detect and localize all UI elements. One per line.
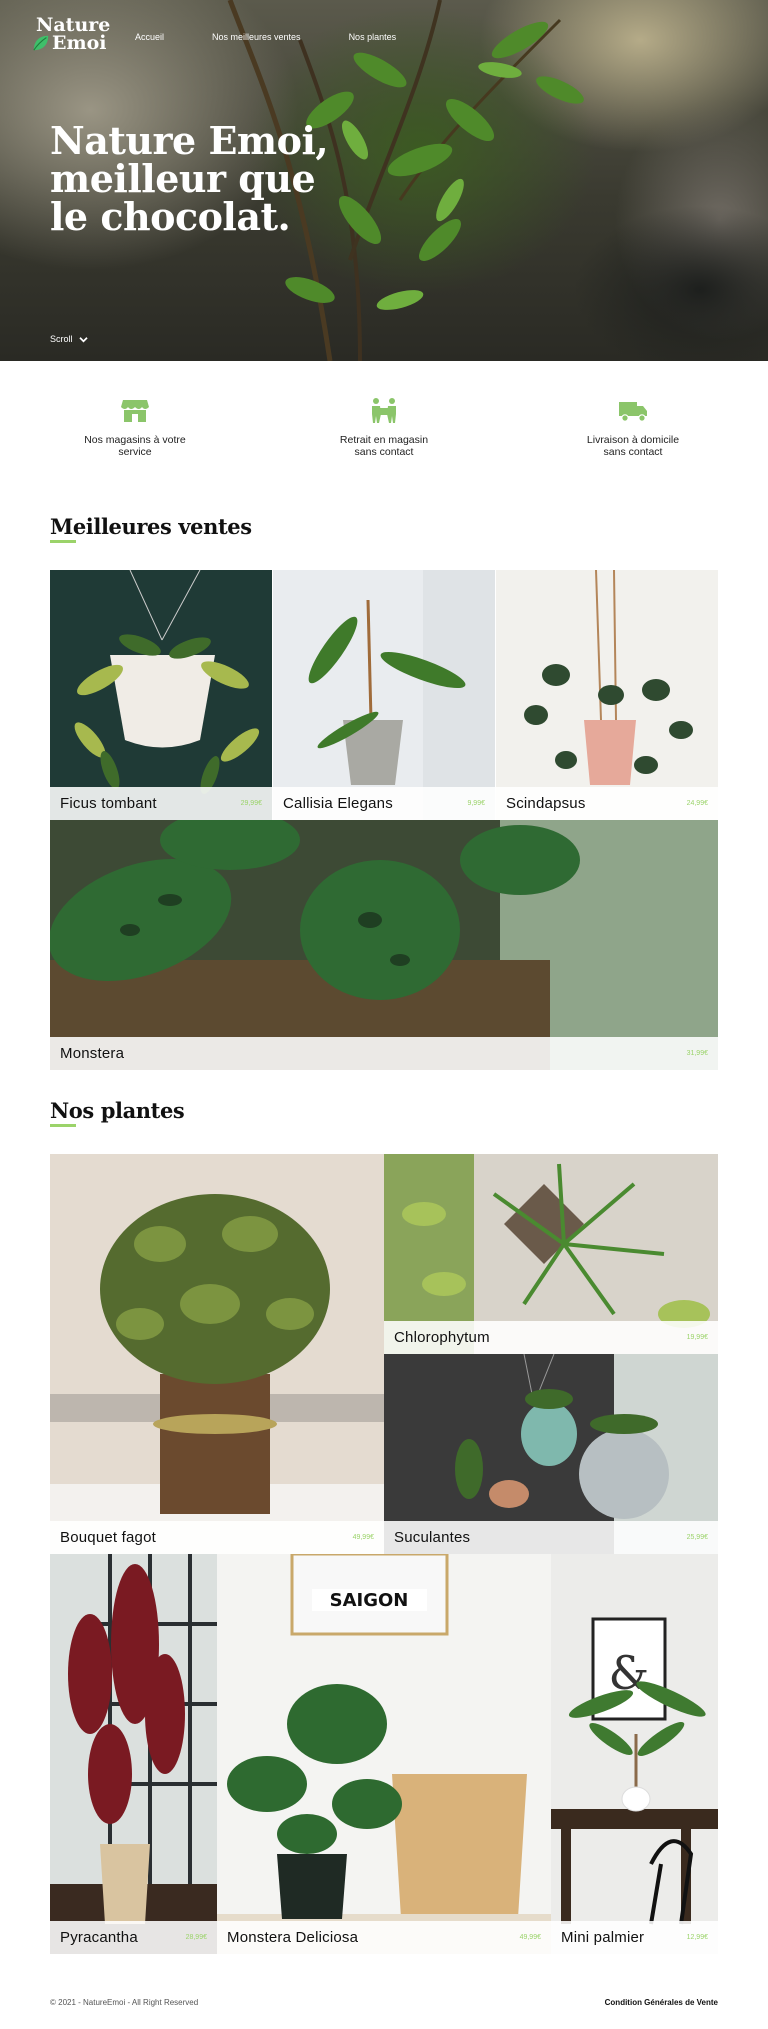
title-underline (50, 540, 76, 543)
service-delivery: Livraison à domicile sans contact (548, 396, 718, 458)
product-info-bar: Ficus tombant 29,99€ (50, 787, 272, 820)
service-stores: Nos magasins à votre service (50, 396, 220, 458)
product-card-scindapsus[interactable]: Scindapsus 24,99€ (496, 570, 718, 820)
shop-icon (121, 400, 149, 422)
service-label-line-1: Nos magasins à votre (84, 434, 186, 446)
product-card-callisia[interactable]: Callisia Elegans 9,99€ (273, 570, 495, 820)
product-name: Monstera Deliciosa (227, 1929, 359, 1946)
nav-item-meilleures-ventes[interactable]: Nos meilleures ventes (212, 32, 301, 42)
hero-title: Nature Emoi, meilleur que le chocolat. (50, 118, 329, 239)
product-info-bar: Scindapsus 24,99€ (496, 787, 718, 820)
product-info-bar: Pyracantha 28,99€ (50, 1921, 217, 1954)
bouquet-fagot-image (50, 1154, 384, 1554)
product-price: 19,99€ (686, 1334, 708, 1341)
product-price: 24,99€ (686, 800, 708, 807)
nav-item-nos-plantes[interactable]: Nos plantes (349, 32, 397, 42)
product-card-monstera-deliciosa[interactable]: SAIGON Monstera Deliciosa 49,99€ (217, 1554, 551, 1954)
services-section: Nos magasins à votre service Retrait en … (50, 396, 718, 476)
product-price: 49,99€ (519, 1934, 541, 1941)
hero-banner: Nature Emoi Accueil Nos meilleures vente… (0, 0, 768, 361)
product-name: Bouquet fagot (60, 1529, 157, 1546)
pyracantha-image (50, 1554, 217, 1954)
brand-logo[interactable]: Nature Emoi (32, 16, 114, 58)
product-card-suculantes[interactable]: Suculantes 25,99€ (384, 1354, 718, 1554)
product-info-bar: Callisia Elegans 9,99€ (273, 787, 495, 820)
product-price: 25,99€ (686, 1534, 708, 1541)
product-price: 31,99€ (686, 1050, 708, 1057)
product-price: 29,99€ (240, 800, 262, 807)
bestsellers-title-text: Meilleures ventes (50, 514, 252, 539)
product-card-pyracantha[interactable]: Pyracantha 28,99€ (50, 1554, 217, 1954)
product-info-bar: Mini palmier 12,99€ (551, 1921, 718, 1954)
callisia-image (273, 570, 495, 820)
product-name: Callisia Elegans (283, 795, 393, 812)
monstera-image (50, 820, 718, 1070)
product-info-bar: Monstera 31,99€ (50, 1037, 718, 1070)
nav-item-accueil[interactable]: Accueil (135, 32, 164, 42)
main-nav: Accueil Nos meilleures ventes Nos plante… (135, 32, 444, 42)
hero-title-line-1: Nature Emoi, (50, 118, 329, 163)
product-info-bar: Suculantes 25,99€ (384, 1521, 718, 1554)
bestsellers-title: Meilleures ventes (50, 514, 252, 543)
footer-copyright: © 2021 - NatureEmoi - All Right Reserved (50, 1998, 199, 2007)
product-name: Pyracantha (60, 1929, 138, 1946)
product-name: Mini palmier (561, 1929, 645, 1946)
ficus-image (50, 570, 272, 820)
product-card-ficus[interactable]: Ficus tombant 29,99€ (50, 570, 272, 820)
title-underline (50, 1124, 76, 1127)
scroll-button[interactable]: Scroll (50, 334, 88, 344)
service-label-line-2: sans contact (603, 446, 663, 458)
service-label-line-2: sans contact (354, 446, 414, 458)
product-card-bouquet-fagot[interactable]: Bouquet fagot 49,99€ (50, 1154, 384, 1554)
product-price: 49,99€ (352, 1534, 374, 1541)
chevron-down-icon (78, 336, 88, 342)
hero-title-line-2: meilleur que (50, 156, 316, 201)
cgv-link[interactable]: Condition Générales de Vente (605, 1998, 718, 2007)
mini-palmier-image: & (551, 1554, 718, 1954)
product-card-chlorophytum[interactable]: Chlorophytum 19,99€ (384, 1154, 718, 1354)
scroll-label: Scroll (50, 334, 73, 344)
truck-icon (619, 402, 647, 422)
service-label-line-1: Livraison à domicile (586, 434, 680, 446)
product-info-bar: Bouquet fagot 49,99€ (50, 1521, 384, 1554)
service-pickup: Retrait en magasin sans contact (299, 396, 469, 458)
product-name: Suculantes (394, 1529, 471, 1546)
scindapsus-image (496, 570, 718, 820)
product-card-mini-palmier[interactable]: & Mini palmier 12,99€ (551, 1554, 718, 1954)
product-info-bar: Monstera Deliciosa 49,99€ (217, 1921, 551, 1954)
monstera-deliciosa-image: SAIGON (217, 1554, 551, 1954)
plants-title: Nos plantes (50, 1098, 185, 1127)
product-info-bar: Chlorophytum 19,99€ (384, 1321, 718, 1354)
product-card-monstera[interactable]: Monstera 31,99€ (50, 820, 718, 1070)
product-price: 9,99€ (467, 800, 485, 807)
product-name: Monstera (60, 1045, 125, 1062)
service-label-line-1: Retrait en magasin (339, 434, 429, 446)
product-name: Ficus tombant (60, 795, 157, 812)
product-name: Chlorophytum (394, 1329, 490, 1346)
service-label-line-2: service (118, 446, 152, 458)
logo-line-2: Emoi (52, 32, 107, 54)
product-price: 28,99€ (185, 1934, 207, 1941)
poster-text: SAIGON (330, 1590, 409, 1611)
product-price: 12,99€ (686, 1934, 708, 1941)
hero-title-line-3: le chocolat. (50, 194, 291, 239)
product-name: Scindapsus (506, 795, 586, 812)
plants-title-text: Nos plantes (50, 1098, 185, 1123)
pickup-icon (372, 398, 396, 423)
